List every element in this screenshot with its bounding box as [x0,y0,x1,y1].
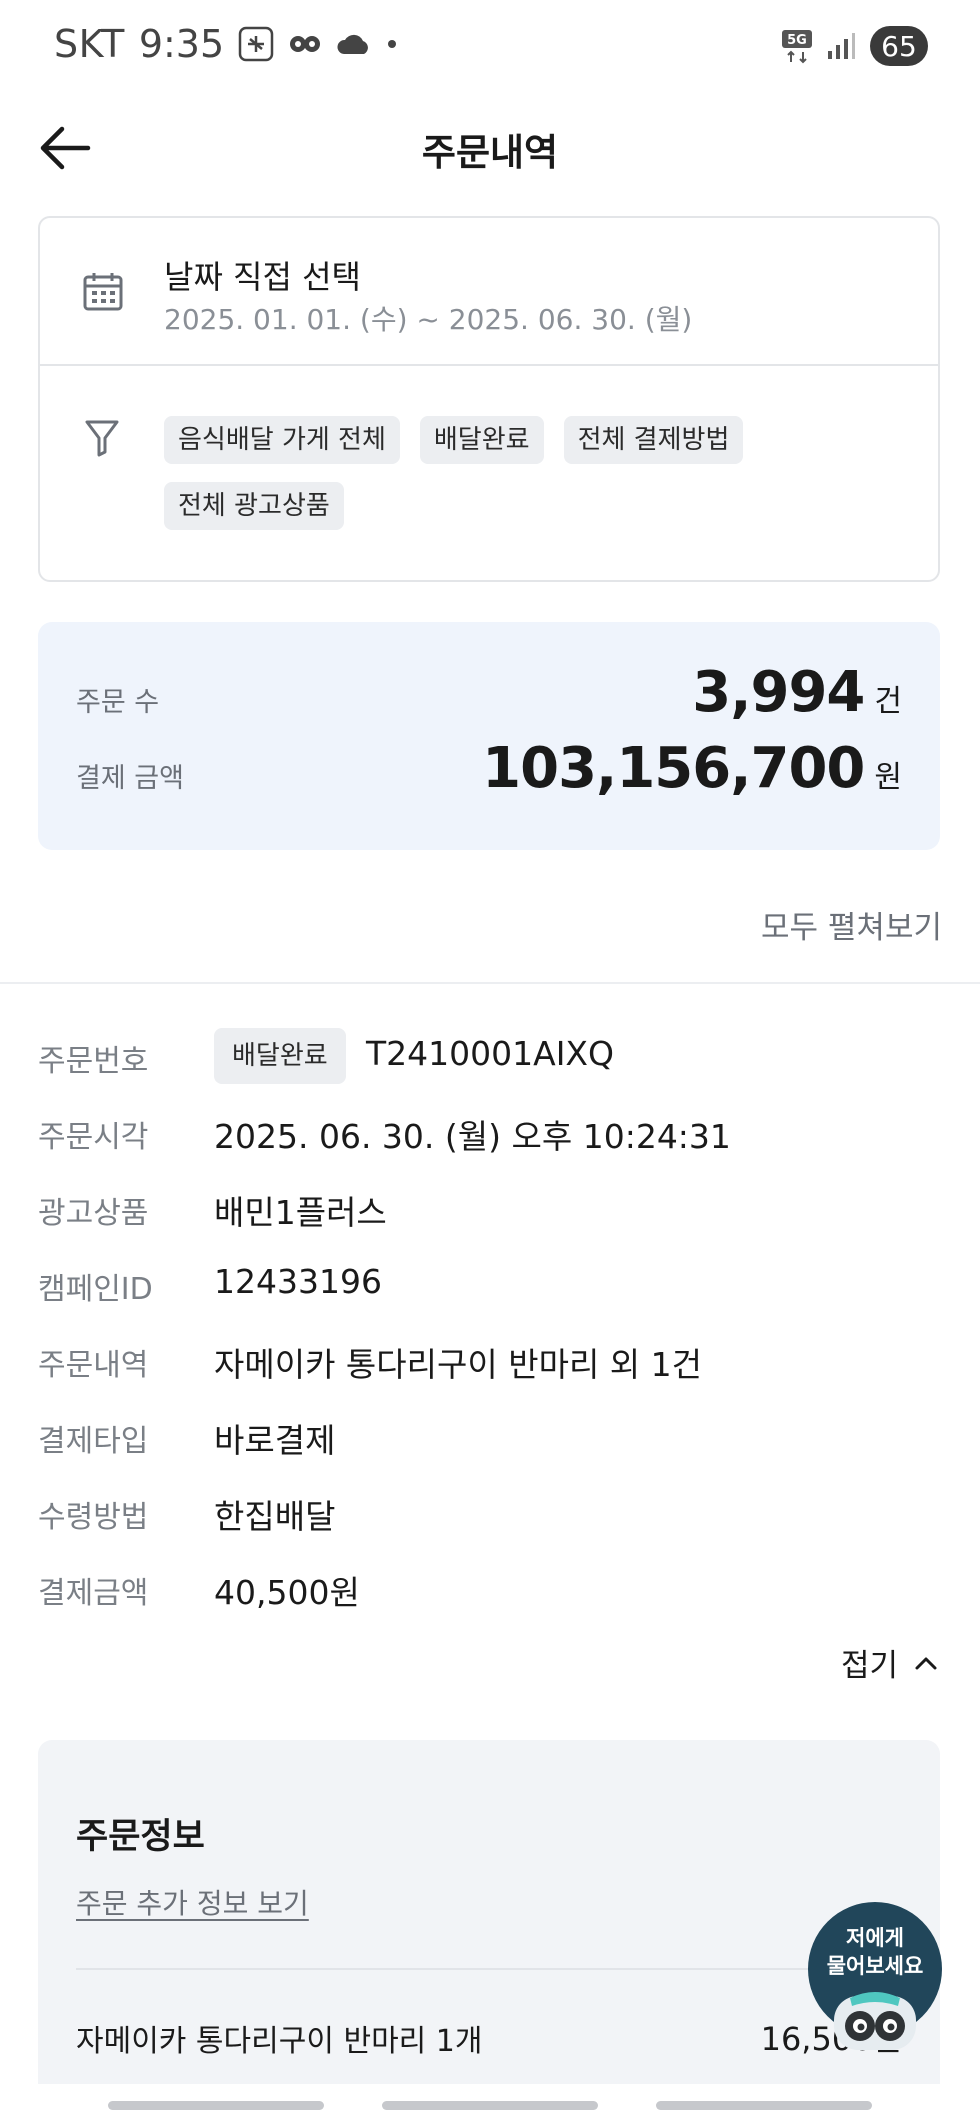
campaign-id-row: 캠페인ID 12433196 [38,1254,940,1314]
collapse-label: 접기 [840,1648,898,1684]
row-label: 주문번호 [38,1044,149,1079]
order-count-unit: 건 [874,684,902,719]
date-mode-label: 날짜 직접 선택 [164,258,361,296]
delivery-method-row: 수령방법 한집배달 [38,1482,940,1542]
carrier-label: SKT [54,22,125,66]
section-divider [0,982,980,984]
row-value: 2025. 06. 30. (월) 오후 10:24:31 [214,1117,731,1156]
nav-home-handle[interactable] [382,2101,598,2110]
order-time-row: 주문시각 2025. 06. 30. (월) 오후 10:24:31 [38,1102,940,1162]
row-label: 주문시각 [38,1120,149,1155]
ad-product-row: 광고상품 배민1플러스 [38,1178,940,1238]
row-label: 수령방법 [38,1500,149,1535]
cloud-icon [336,32,372,56]
order-info-title: 주문정보 [76,1817,205,1857]
status-bar: SKT 9:35 5G 65 [0,0,980,96]
row-value: 12433196 [214,1262,382,1301]
order-summary: 주문 수 3,994 건 결제 금액 103,156,700 원 [38,622,940,850]
order-item-name: 자메이카 통다리구이 반마리 1개 [76,2024,483,2059]
collapse-button[interactable]: 접기 [841,1640,938,1685]
row-value: 40,500원 [214,1573,360,1612]
filter-chip-status[interactable]: 배달완료 [419,416,544,464]
chatbot-button[interactable]: 저에게 물어보세요 [808,1902,942,2062]
row-label: 캠페인ID [38,1272,153,1307]
filter-chip-store[interactable]: 음식배달 가게 전체 [164,416,400,464]
link-icon [288,32,322,56]
order-count-label: 주문 수 [76,687,160,718]
order-count-value: 3,994 건 [692,660,902,725]
row-value: 바로결제 [214,1421,336,1460]
battery-indicator: 65 [870,26,928,66]
row-label: 결제타입 [38,1424,149,1459]
status-badge: 배달완료 [214,1028,346,1084]
app-header: 주문내역 [0,106,980,190]
order-number: T2410001AIXQ [366,1034,615,1073]
filter-chip-ad-product[interactable]: 전체 광고상품 [164,482,344,530]
page-title: 주문내역 [421,131,559,174]
row-label: 광고상품 [38,1196,149,1231]
amount-value: 103,156,700 원 [482,736,902,801]
notification-dot-icon [386,38,398,50]
amount-unit: 원 [874,760,902,795]
amount-label: 결제 금액 [76,763,184,794]
payment-type-row: 결제타입 바로결제 [38,1406,940,1466]
network-5g-icon: 5G [782,28,812,64]
robot-mascot-icon [834,1992,916,2050]
payment-amount-row: 결제금액 40,500원 [38,1558,940,1618]
airplane-app-icon [238,26,274,62]
info-divider [76,1968,902,1970]
amount-number: 103,156,700 [482,736,865,801]
row-label: 주문내역 [38,1348,149,1383]
filter-card: 날짜 직접 선택 2025. 01. 01. (수) ~ 2025. 06. 3… [38,216,940,582]
order-number-row: 주문번호 배달완료 T2410001AIXQ [38,1026,940,1086]
filter-chip-payment[interactable]: 전체 결제방법 [563,416,744,464]
chevron-up-icon [915,1657,937,1669]
calendar-icon [82,270,124,316]
chatbot-line2: 물어보세요 [826,1954,924,1978]
status-left: SKT 9:35 [54,22,398,66]
nav-back-handle[interactable] [656,2101,872,2110]
date-range-label: 2025. 01. 01. (수) ~ 2025. 06. 30. (월) [164,303,693,336]
status-time: 9:35 [138,22,225,66]
expand-all-button[interactable]: 모두 펼쳐보기 [761,902,942,947]
chatbot-line1: 저에게 [846,1926,904,1950]
filter-icon [84,418,120,462]
order-items-row: 주문내역 자메이카 통다리구이 반마리 외 1건 [38,1330,940,1390]
date-selector[interactable]: 날짜 직접 선택 2025. 01. 01. (수) ~ 2025. 06. 3… [40,218,938,366]
order-count-number: 3,994 [692,660,865,725]
system-nav-bar [0,2084,980,2123]
signal-icon [826,31,856,61]
status-right: 5G 65 [782,26,928,66]
row-value: 자메이카 통다리구이 반마리 외 1건 [214,1345,702,1384]
nav-recent-handle[interactable] [108,2101,324,2110]
row-value: 한집배달 [214,1497,336,1536]
order-info-panel: 주문정보 주문 추가 정보 보기 자메이카 통다리구이 반마리 1개 16,50… [38,1740,940,2123]
row-value: 배민1플러스 [214,1193,387,1232]
filter-chips: 음식배달 가게 전체 배달완료 전체 결제방법 전체 광고상품 [164,416,884,530]
row-label: 결제금액 [38,1576,149,1611]
svg-text:5G: 5G [787,33,807,48]
more-info-link[interactable]: 주문 추가 정보 보기 [76,1882,309,1922]
